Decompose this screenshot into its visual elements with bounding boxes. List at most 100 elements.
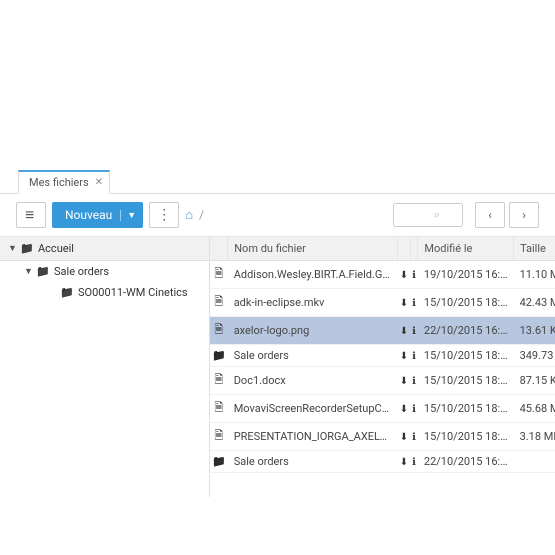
- folder-icon: 📁: [212, 349, 226, 362]
- file-name: Sale orders: [228, 345, 398, 367]
- tab-bar: Mes fichiers ✕: [0, 166, 555, 194]
- file-icon: 🗎: [214, 295, 223, 308]
- menu-button[interactable]: [16, 202, 46, 228]
- download-icon: ⬇: [400, 270, 408, 281]
- file-modified: 22/10/2015 16:…: [418, 317, 514, 345]
- download-icon: ⬇: [400, 376, 408, 387]
- file-size: 45.68 MB: [514, 395, 555, 423]
- download-button[interactable]: ⬇: [398, 423, 410, 451]
- folder-icon: [60, 286, 74, 299]
- table-row[interactable]: 📁Sale orders⬇ℹ22/10/2015 16:…: [210, 451, 555, 473]
- file-name: Addison.Wesley.BIRT.A.Field.Guide.3rd.Ed…: [228, 261, 398, 289]
- info-icon: ℹ: [412, 376, 416, 387]
- table-row[interactable]: 🗎 axelor-logo.png⬇ ℹ22/10/2015 16:…13.61 K…: [210, 317, 555, 345]
- tree-root[interactable]: ▼ Accueil: [0, 237, 209, 261]
- file-icon: 🗎: [214, 323, 223, 336]
- hamburger-icon: [25, 207, 37, 223]
- file-name: PRESENTATION_IORGA_AXELOR_150416_…: [228, 423, 398, 451]
- search-icon: ⌕: [434, 208, 440, 222]
- info-button[interactable]: ℹ: [410, 423, 418, 451]
- tab-label: Mes fichiers: [29, 176, 89, 189]
- file-name: Doc1.docx: [228, 367, 398, 395]
- search-input[interactable]: ⌕: [393, 203, 463, 227]
- col-modified[interactable]: Modifié le: [418, 237, 514, 261]
- col-icon: [210, 237, 228, 261]
- table-row[interactable]: 🗎 MovaviScreenRecorderSetupC.exe⬇ℹ15/10/2…: [210, 395, 555, 423]
- tree-root-label: Accueil: [38, 242, 74, 255]
- col-info: [410, 237, 418, 261]
- tree-item[interactable]: ▼Sale orders: [0, 261, 209, 282]
- more-actions-button[interactable]: ⋮: [149, 202, 179, 228]
- table-row[interactable]: 🗎adk-in-eclipse.mkv⬇ℹ15/10/2015 18:…42.4…: [210, 289, 555, 317]
- download-icon: ⬇: [400, 351, 408, 362]
- tab-my-files[interactable]: Mes fichiers ✕: [18, 170, 110, 194]
- folder-icon: [20, 242, 34, 255]
- file-size: 42.43 MB: [514, 289, 555, 317]
- chevron-right-icon: ›: [522, 208, 526, 222]
- info-icon: ℹ: [412, 404, 416, 415]
- file-name: axelor-logo.png: [228, 317, 398, 345]
- download-button[interactable]: ⬇: [398, 317, 410, 345]
- file-size: 13.61 KB: [514, 317, 555, 345]
- col-name[interactable]: Nom du fichier: [228, 237, 398, 261]
- info-icon: ℹ: [412, 326, 416, 337]
- file-size: 349.73 KB: [514, 345, 555, 367]
- info-button[interactable]: ℹ: [410, 289, 418, 317]
- file-name: MovaviScreenRecorderSetupC.exe: [228, 395, 398, 423]
- col-size[interactable]: Taille: [514, 237, 555, 261]
- new-button[interactable]: Nouveau ▼: [52, 202, 143, 228]
- chevron-down-icon: ▼: [120, 210, 136, 221]
- table-row[interactable]: 🗎 PRESENTATION_IORGA_AXELOR_150416_…⬇ℹ15/…: [210, 423, 555, 451]
- download-button[interactable]: ⬇: [398, 451, 410, 473]
- table-row[interactable]: 🗎 Doc1.docx⬇ ℹ15/10/2015 18:…87.15 KB: [210, 367, 555, 395]
- download-button[interactable]: ⬇: [398, 367, 410, 395]
- info-button[interactable]: ℹ: [410, 317, 418, 345]
- file-modified: 22/10/2015 16:…: [418, 451, 514, 473]
- tree-item[interactable]: SO00011-WM Cinetics: [0, 282, 209, 303]
- prev-button[interactable]: ‹: [475, 202, 505, 228]
- folder-tree: ▼ Accueil ▼Sale ordersSO00011-WM Cinetic…: [0, 237, 210, 497]
- file-icon: 🗎: [214, 429, 223, 442]
- download-button[interactable]: ⬇: [398, 289, 410, 317]
- file-size: 11.10 MB: [514, 261, 555, 289]
- file-size: 3.18 MB: [514, 423, 555, 451]
- info-button[interactable]: ℹ: [410, 451, 418, 473]
- folder-icon: 📁: [212, 455, 226, 468]
- info-button[interactable]: ℹ: [410, 261, 418, 289]
- info-button[interactable]: ℹ: [410, 395, 418, 423]
- file-modified: 15/10/2015 18:…: [418, 423, 514, 451]
- tree-item-label: Sale orders: [54, 265, 109, 278]
- vertical-dots-icon: ⋮: [157, 208, 171, 222]
- file-modified: 15/10/2015 18:…: [418, 395, 514, 423]
- file-icon: 🗎: [214, 401, 223, 414]
- download-icon: ⬇: [400, 326, 408, 337]
- download-button[interactable]: ⬇: [398, 345, 410, 367]
- home-icon[interactable]: ⌂: [185, 207, 193, 223]
- table-row[interactable]: 🗎 Addison.Wesley.BIRT.A.Field.Guide.3rd.E…: [210, 261, 555, 289]
- info-icon: ℹ: [412, 432, 416, 443]
- file-icon: 🗎: [214, 373, 223, 386]
- table-row[interactable]: 📁Sale orders⬇ℹ15/10/2015 18:…349.73 KB: [210, 345, 555, 367]
- file-modified: 15/10/2015 18:…: [418, 367, 514, 395]
- info-button[interactable]: ℹ: [410, 345, 418, 367]
- info-icon: ℹ: [412, 270, 416, 281]
- file-modified: 19/10/2015 16:…: [418, 261, 514, 289]
- file-grid: Nom du fichier Modifié le Taille 🗎 Addiso…: [210, 237, 555, 497]
- chevron-left-icon: ‹: [488, 208, 492, 222]
- file-name: adk-in-eclipse.mkv: [228, 289, 398, 317]
- file-name: Sale orders: [228, 451, 398, 473]
- info-button[interactable]: ℹ: [410, 367, 418, 395]
- file-modified: 15/10/2015 18:…: [418, 345, 514, 367]
- file-size: [514, 451, 555, 473]
- caret-down-icon: ▼: [8, 243, 16, 254]
- download-button[interactable]: ⬇: [398, 261, 410, 289]
- next-button[interactable]: ›: [509, 202, 539, 228]
- download-icon: ⬇: [400, 298, 408, 309]
- tree-item-label: SO00011-WM Cinetics: [78, 286, 188, 299]
- file-icon: 🗎: [214, 267, 223, 280]
- download-icon: ⬇: [400, 457, 408, 468]
- file-size: 87.15 KB: [514, 367, 555, 395]
- download-button[interactable]: ⬇: [398, 395, 410, 423]
- close-icon[interactable]: ✕: [95, 177, 103, 188]
- info-icon: ℹ: [412, 298, 416, 309]
